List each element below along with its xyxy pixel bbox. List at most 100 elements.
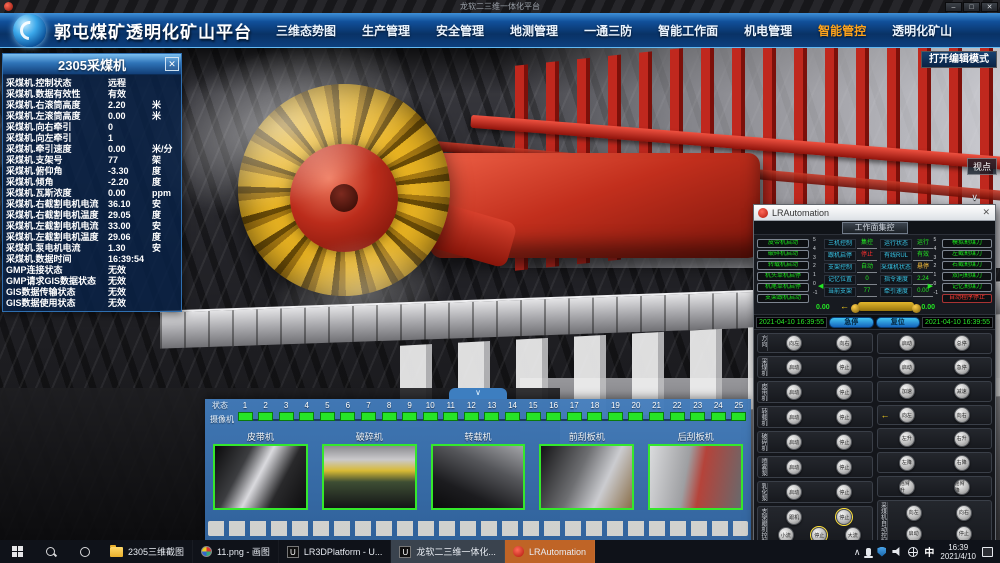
viewpoint-chevron-icon[interactable]: ∨ [971,192,978,203]
support-status-item[interactable]: 8 [379,401,399,421]
cut-mode-button[interactable]: 模拟割煤刀 [942,239,992,248]
nav-menu-item[interactable]: 智能工作面 [658,22,718,39]
sequence-button[interactable]: 皮带机启动 [757,239,809,248]
round-control-button[interactable]: 向左 [906,505,922,521]
round-control-button[interactable]: 左升 [899,431,915,447]
round-control-button[interactable]: 停止 [836,434,852,450]
support-thumbnail-strip[interactable] [208,521,748,536]
round-control-button[interactable]: 右升 [954,431,970,447]
viewpoint-tab[interactable]: 视点 [967,158,997,175]
round-control-button[interactable]: 停止 [836,409,852,425]
round-control-button[interactable]: 启动 [786,459,802,475]
round-control-button[interactable]: 启动 [899,359,915,375]
speaker-icon[interactable] [892,547,902,556]
sequence-button[interactable]: 机尾单机启停 [757,283,809,292]
support-status-item[interactable]: 6 [338,401,358,421]
sequence-button[interactable]: 转载机启动 [757,261,809,270]
round-control-button[interactable]: 启动 [786,434,802,450]
nav-menu-item[interactable]: 地测管理 [510,22,558,39]
camera-feed-video[interactable] [322,444,417,510]
nav-menu-item[interactable]: 智能管控 [818,22,866,39]
round-control-button[interactable]: 总停 [954,335,970,351]
cut-mode-button[interactable]: 自动程序停止 [942,294,992,303]
support-status-item[interactable]: 23 [688,401,708,421]
security-shield-icon[interactable] [877,547,886,557]
support-status-item[interactable]: 19 [605,401,625,421]
taskbar-item-lrautomation[interactable]: LRAutomation [505,540,595,563]
collapse-chevron-icon[interactable]: ∨ [449,388,507,399]
support-status-item[interactable]: 21 [647,401,667,421]
cut-mode-button[interactable]: 记忆割煤刀 [942,283,992,292]
support-status-item[interactable]: 3 [276,401,296,421]
support-status-item[interactable]: 1 [235,401,255,421]
emergency-stop-button[interactable]: 急停 [829,317,874,328]
camera-feed-video[interactable] [431,444,526,510]
support-status-item[interactable]: 10 [420,401,440,421]
nav-menu-item[interactable]: 透明化矿山 [892,22,952,39]
round-control-button[interactable]: 启动 [786,409,802,425]
minimize-button[interactable]: – [945,2,962,12]
nav-menu-item[interactable]: 一通三防 [584,22,632,39]
tab-workface-control[interactable]: 工作面集控 [842,222,908,234]
round-control-button[interactable]: 启动 [899,335,915,351]
network-icon[interactable] [908,547,918,557]
round-control-button[interactable]: 加速 [899,383,915,399]
support-status-item[interactable]: 9 [400,401,420,421]
round-control-button[interactable]: 向右 [836,335,852,351]
round-control-button[interactable]: 摇臂升 [899,479,915,495]
support-status-item[interactable]: 18 [585,401,605,421]
clock[interactable]: 16:39 2021/4/10 [940,543,976,561]
support-status-item[interactable]: 22 [667,401,687,421]
cut-mode-button[interactable]: 右截割煤刀 [942,261,992,270]
support-status-item[interactable]: 17 [564,401,584,421]
round-control-button[interactable]: 停止 [836,384,852,400]
sequence-button[interactable]: 破碎机启动 [757,250,809,259]
nav-menu-item[interactable]: 安全管理 [436,22,484,39]
tray-expand-icon[interactable]: ∧ [854,547,861,557]
close-button[interactable]: ✕ [981,2,998,12]
round-control-button[interactable]: 停止 [836,459,852,475]
camera-feed-video[interactable] [648,444,743,510]
support-status-item[interactable]: 15 [523,401,543,421]
maximize-button[interactable]: □ [963,2,980,12]
open-edit-mode-button[interactable]: 打开编辑模式 [921,51,997,68]
notification-center-icon[interactable] [982,547,993,557]
microphone-icon[interactable] [866,548,871,556]
support-status-item[interactable]: 20 [626,401,646,421]
task-view-button[interactable] [68,540,102,563]
round-control-button[interactable]: 向左 [786,335,802,351]
round-control-button[interactable]: 停止 [836,484,852,500]
sequence-button[interactable]: 机头单机启停 [757,272,809,281]
support-status-item[interactable]: 5 [317,401,337,421]
round-control-button[interactable]: 启动 [786,384,802,400]
support-status-item[interactable]: 4 [297,401,317,421]
cut-mode-button[interactable]: 左截割煤刀 [942,250,992,259]
camera-feed-video[interactable] [213,444,308,510]
start-button[interactable] [0,540,34,563]
round-control-button[interactable]: 向左 [899,407,915,423]
close-icon[interactable]: ✕ [982,207,990,218]
round-control-button[interactable]: 启动 [786,484,802,500]
round-control-button[interactable]: 停止 [836,509,852,525]
reset-button[interactable]: 复位 [876,317,921,328]
round-control-button[interactable]: 摇臂降 [954,479,970,495]
nav-menu-item[interactable]: 生产管理 [362,22,410,39]
support-status-item[interactable]: 7 [358,401,378,421]
round-control-button[interactable]: 急停 [954,359,970,375]
ime-indicator[interactable]: 中 [924,544,934,559]
taskbar-item-paint[interactable]: 11.png - 画图 [193,540,279,563]
round-control-button[interactable]: 向右 [956,505,972,521]
support-status-item[interactable]: 12 [461,401,481,421]
round-control-button[interactable]: 减速 [954,383,970,399]
taskbar-item-screenshots[interactable]: 2305三维截图 [102,540,193,563]
round-control-button[interactable]: 向右 [954,407,970,423]
support-status-item[interactable]: 24 [708,401,728,421]
taskbar-item-lr3dplatform[interactable]: U LR3DPlatform - U... [279,540,392,563]
round-control-button[interactable]: 启动 [786,359,802,375]
taskbar-item-platform[interactable]: U 龙软二三维一体化... [391,540,505,563]
support-status-item[interactable]: 2 [256,401,276,421]
sequence-button[interactable]: 支架跟机启动 [757,294,809,303]
support-status-item[interactable]: 25 [729,401,749,421]
round-control-button[interactable]: 左降 [899,455,915,471]
round-control-button[interactable]: 跟机 [786,509,802,525]
